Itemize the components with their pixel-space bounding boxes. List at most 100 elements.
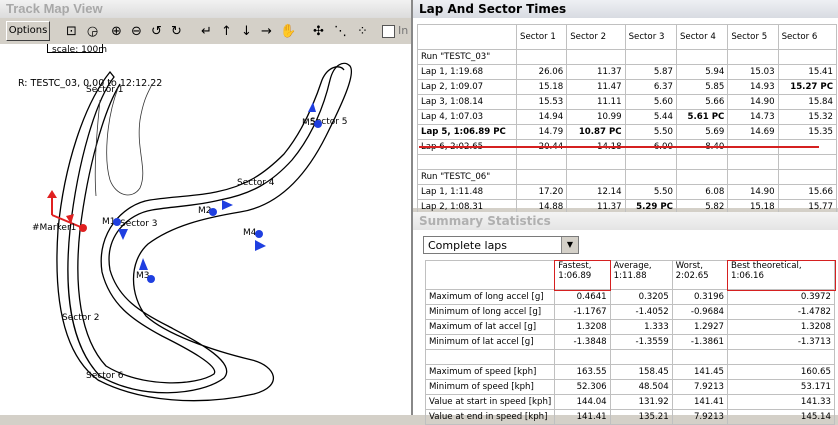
- statistic-value-cell: 48.504: [609, 379, 673, 395]
- laps-header-row: Sector 1 Sector 2 Sector 3 Sector 4 Sector 5…: [417, 24, 838, 50]
- marker-m2-dot[interactable]: [209, 208, 217, 216]
- track-outline-outer: [56, 62, 352, 402]
- sector-time-cell: 14.90: [727, 184, 779, 200]
- sector-time-cell: [566, 49, 626, 65]
- laps-row[interactable]: Run "TESTC_03": [417, 49, 838, 65]
- statistic-value-cell: -1.4782: [727, 304, 835, 320]
- sector-time-cell: 5.60: [624, 94, 677, 110]
- sector-time-cell: 15.84: [777, 94, 838, 110]
- marker1-label: #Marker1: [32, 223, 76, 233]
- statistic-value-cell: 160.65: [727, 364, 835, 380]
- statistic-value-cell: -1.3848: [554, 334, 611, 350]
- sector-label-3: Sector 3: [120, 219, 158, 229]
- statistic-value-cell: 7.9213: [671, 379, 729, 395]
- marker-m1-dot[interactable]: [113, 218, 121, 226]
- statistic-value-cell: 0.4641: [554, 289, 611, 305]
- laps-row[interactable]: Lap 1, 1:11.48 17.20 12.14 5.50 6.08 14.90 15.…: [417, 184, 838, 200]
- summary-row: Minimum of long accel [g] -1.1767 -1.4052-…: [424, 304, 835, 320]
- sector-time-cell: 14.69: [727, 124, 779, 140]
- sector-time-cell: 6.08: [675, 184, 729, 200]
- marker-m5-dot[interactable]: [314, 120, 322, 128]
- statistic-value-cell: 141.45: [671, 364, 729, 380]
- statistic-label-cell: Value at end in speed [kph]: [424, 409, 556, 425]
- sector-time-cell: [624, 169, 677, 185]
- statistic-label-cell: Maximum of long accel [g]: [424, 289, 556, 305]
- sector-label-6: Sector 6: [86, 371, 124, 381]
- statistic-value-cell: 135.21: [609, 409, 673, 425]
- sector-time-cell: 14.93: [727, 79, 779, 95]
- summary-row: Value at end in speed [kph] 141.41 135.21 7…: [424, 409, 835, 425]
- sector-time-cell: [777, 169, 838, 185]
- chevron-down-icon[interactable]: ▼: [561, 237, 578, 253]
- laps-row[interactable]: [417, 154, 838, 170]
- lap-filter-select[interactable]: Complete laps ▼: [423, 236, 579, 254]
- track-map-canvas[interactable]: Sector 1 Sector 2 Sector 3 Sector 4 Sect…: [0, 0, 411, 415]
- laps-row[interactable]: Run "TESTC_06": [417, 169, 838, 185]
- sector-time-cell: 15.41: [777, 64, 838, 80]
- marker-m4-dot[interactable]: [255, 230, 263, 238]
- sector-time-cell: [624, 154, 677, 170]
- summary-statistics-table: Fastest, 1:06.89 Average, 1:11.88 Worst, 2…: [424, 259, 836, 425]
- marker1-dot[interactable]: [79, 224, 87, 232]
- lap-label-cell: [417, 154, 517, 170]
- sector-time-cell: [675, 169, 729, 185]
- sector-time-cell: 15.35: [777, 124, 838, 140]
- laps-row[interactable]: Lap 2, 1:09.07 15.18 11.47 6.37 5.85 14.93 15.…: [417, 79, 838, 95]
- statistic-value-cell: -1.3861: [671, 334, 729, 350]
- summary-header-cell: [424, 260, 556, 290]
- summary-header-row: Fastest, 1:06.89 Average, 1:11.88 Worst, 2…: [424, 259, 836, 291]
- sector-time-cell: 11.11: [566, 94, 626, 110]
- statistic-value-cell: -0.9684: [671, 304, 729, 320]
- sector-time-cell: 15.32: [777, 109, 838, 125]
- statistic-value-cell: 0.3972: [727, 289, 835, 305]
- statistic-value-cell: [554, 349, 611, 365]
- sector-time-cell: 14.79: [515, 124, 568, 140]
- sector-time-cell: 5.61 PC: [675, 109, 729, 125]
- sector-time-cell: [727, 169, 779, 185]
- sector-time-cell: 26.06: [515, 64, 568, 80]
- sector-time-cell: 5.44: [624, 109, 677, 125]
- statistic-value-cell: [671, 349, 729, 365]
- statistic-value-cell: 163.55: [554, 364, 611, 380]
- laps-row[interactable]: Lap 4, 1:07.03 14.94 10.99 5.44 5.61 PC 14.73…: [417, 109, 838, 125]
- lap-label-cell: Lap 4, 1:07.03: [417, 109, 517, 125]
- sector-time-cell: 11.47: [566, 79, 626, 95]
- summary-row: Minimum of speed [kph] 52.306 48.504 7.9213…: [424, 379, 835, 395]
- marker-m3-arrow-icon: [139, 258, 148, 270]
- sector-time-cell: [515, 49, 568, 65]
- sector-time-cell: 14.73: [727, 109, 779, 125]
- statistic-value-cell: 144.04: [554, 394, 611, 410]
- lap-sector-times-panel: Lap And Sector Times Sector 1 Sector 2 Sec…: [413, 0, 838, 215]
- marker-label-m4: M4: [243, 228, 257, 238]
- sector-time-cell: 5.85: [675, 79, 729, 95]
- statistic-label-cell: Maximum of speed [kph]: [424, 364, 556, 380]
- sector-time-cell: [624, 49, 677, 65]
- sector-time-cell: 15.18: [515, 79, 568, 95]
- statistic-value-cell: 1.333: [609, 319, 673, 335]
- marker-m3-dot[interactable]: [147, 275, 155, 283]
- statistic-value-cell: 52.306: [554, 379, 611, 395]
- sector-time-cell: 14.94: [515, 109, 568, 125]
- sector-time-cell: 12.14: [566, 184, 626, 200]
- sector-time-cell: 6.37: [624, 79, 677, 95]
- statistic-label-cell: Minimum of long accel [g]: [424, 304, 556, 320]
- lap-sector-times-table: Sector 1 Sector 2 Sector 3 Sector 4 Sector 5…: [417, 24, 838, 215]
- sector-label-1: Sector 1: [86, 85, 124, 95]
- marker1-arrow-up-icon: [47, 190, 57, 198]
- sector-time-cell: [727, 49, 779, 65]
- laps-header-cell: Sector 4: [675, 24, 729, 50]
- statistic-value-cell: [727, 349, 835, 365]
- laps-header-cell: Sector 2: [566, 24, 626, 50]
- statistic-label-cell: Value at start in speed [kph]: [424, 394, 556, 410]
- laps-row[interactable]: Lap 5, 1:06.89 PC 14.79 10.87 PC 5.50 5.69 14…: [417, 124, 838, 140]
- laps-row[interactable]: Lap 1, 1:19.68 26.06 11.37 5.87 5.94 15.03 15.…: [417, 64, 838, 80]
- statistic-label-cell: Minimum of lat accel [g]: [424, 334, 556, 350]
- track-runoff-path: [94, 99, 101, 197]
- laps-row[interactable]: Lap 3, 1:08.14 15.53 11.11 5.60 5.66 14.90 15.…: [417, 94, 838, 110]
- sector-time-cell: [727, 154, 779, 170]
- sector-time-cell: 10.99: [566, 109, 626, 125]
- sector-time-cell: [777, 49, 838, 65]
- lap-label-cell: Lap 5, 1:06.89 PC: [417, 124, 517, 140]
- statistic-value-cell: 0.3205: [609, 289, 673, 305]
- sector-time-cell: 15.53: [515, 94, 568, 110]
